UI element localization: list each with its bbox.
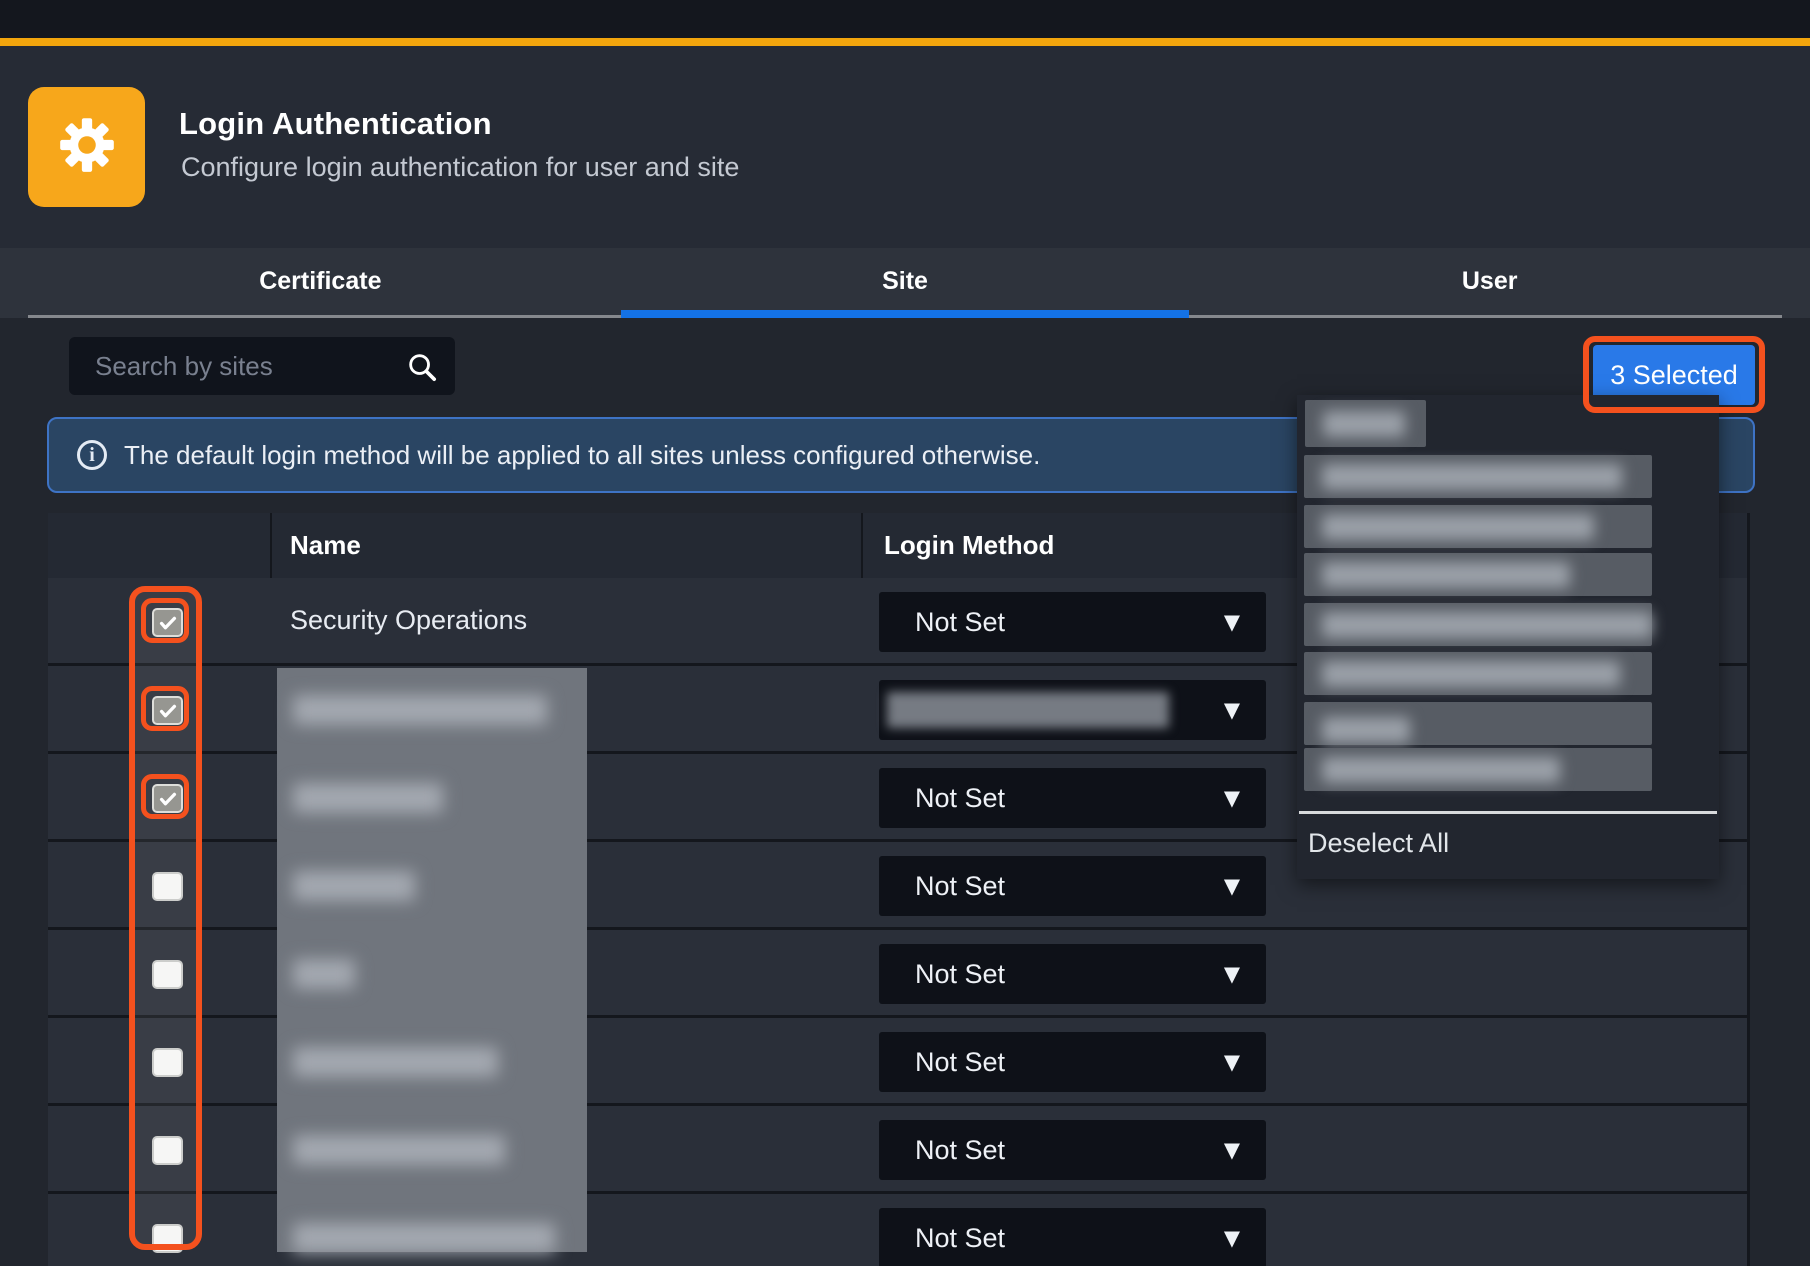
dropdown-option-redacted[interactable] [1304,553,1652,596]
checkbox-highlight-ring [141,774,189,819]
dropdown-option-redacted[interactable] [1305,400,1426,447]
login-method-select[interactable]: ▼ [879,680,1266,740]
dropdown-option-redacted[interactable] [1304,652,1652,695]
redacted-site-name [293,1047,498,1077]
selected-button-highlight-ring [1583,336,1765,413]
column-header-name: Name [272,513,863,578]
gear-icon [54,112,120,183]
dropdown-separator [1299,811,1717,814]
login-method-select[interactable]: Not Set ▼ [879,768,1266,828]
redacted-site-name [293,783,443,813]
redacted-site-name [293,959,355,989]
caret-down-icon: ▼ [1224,610,1240,634]
redacted-site-name [293,871,415,901]
caret-down-icon: ▼ [1224,698,1240,722]
caret-down-icon: ▼ [1224,1050,1240,1074]
active-tab-indicator [621,310,1188,318]
tab-bar: Certificate Site User [0,248,1810,318]
login-method-select[interactable]: Not Set ▼ [879,944,1266,1004]
tab-user[interactable]: User [1197,248,1782,315]
selection-dropdown: Deselect All [1297,395,1719,879]
info-icon: i [77,440,107,470]
deselect-all-option[interactable]: Deselect All [1308,823,1449,863]
redacted-site-name [293,1223,555,1253]
top-bar [0,0,1810,38]
dropdown-option-redacted[interactable] [1304,748,1652,791]
info-banner-text: The default login method will be applied… [124,440,1040,471]
redacted-login-method-value [887,692,1169,728]
checkbox-highlight-ring [141,598,189,643]
login-authentication-screen: Login Authentication Configure login aut… [0,0,1810,1266]
caret-down-icon: ▼ [1224,962,1240,986]
login-method-select[interactable]: Not Set ▼ [879,592,1266,652]
caret-down-icon: ▼ [1224,874,1240,898]
column-header-checkbox [48,513,272,578]
page-header: Login Authentication Configure login aut… [0,46,1810,248]
tab-certificate[interactable]: Certificate [28,248,613,315]
page-title: Login Authentication [179,106,492,142]
caret-down-icon: ▼ [1224,1138,1240,1162]
redacted-names-block [277,668,587,1252]
dropdown-option-redacted[interactable] [1304,455,1652,498]
login-method-select[interactable]: Not Set ▼ [879,1120,1266,1180]
redacted-site-name [293,1135,505,1165]
page-subtitle: Configure login authentication for user … [181,152,739,183]
dropdown-option-redacted[interactable] [1304,702,1652,745]
login-method-select[interactable]: Not Set ▼ [879,1208,1266,1266]
tab-site[interactable]: Site [613,248,1198,315]
settings-app-tile [28,87,145,207]
accent-divider [0,38,1810,46]
site-name: Security Operations [290,605,527,636]
redacted-site-name [293,695,547,725]
caret-down-icon: ▼ [1224,786,1240,810]
dropdown-option-redacted[interactable] [1304,603,1652,646]
login-method-select[interactable]: Not Set ▼ [879,856,1266,916]
search-icon[interactable] [405,350,439,384]
dropdown-option-redacted[interactable] [1304,505,1652,548]
search-input[interactable] [69,337,455,395]
caret-down-icon: ▼ [1224,1226,1240,1250]
checkbox-highlight-ring [141,686,189,731]
login-method-select[interactable]: Not Set ▼ [879,1032,1266,1092]
